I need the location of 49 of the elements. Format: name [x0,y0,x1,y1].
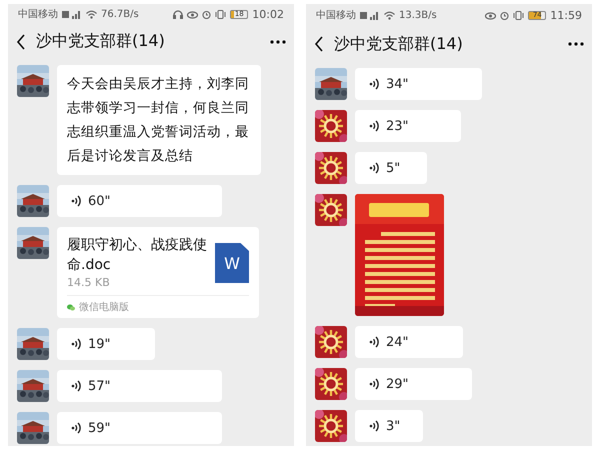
wifi-icon [86,10,97,19]
back-icon[interactable] [314,36,324,52]
voice-icon [71,337,82,351]
chat-title: 沙中党支部群(14) [36,31,166,52]
eye-icon [187,10,198,19]
alarm-icon [202,10,212,19]
voice-message[interactable]: 5" [355,152,426,184]
voice-message[interactable]: 29" [355,368,472,400]
file-message[interactable]: 履职守初心、战疫践使命.doc 14.5 KB W 微信电脑版 [57,227,259,318]
more-icon[interactable] [270,40,286,44]
file-name: 履职守初心、战疫践使命.doc [67,236,207,275]
voice-icon [369,119,380,133]
voice-icon [369,161,380,175]
network-speed: 76.7B/s [101,8,139,20]
signal-icon [360,10,380,20]
voice-icon [71,194,82,208]
alarm-icon [500,10,510,20]
carrier-name: 中国移动 [18,8,58,22]
file-size: 14.5 KB [67,276,111,289]
more-icon[interactable] [568,42,584,46]
voice-icon [71,421,82,435]
voice-message[interactable]: 19" [57,328,156,360]
voice-message[interactable]: 24" [355,326,463,358]
message-bubble: 今天会由吴辰才主持，刘李同志带领学习一封信，何良兰同志组织重温入党誓词活动，最后是讨论发言及总结 [57,65,261,175]
clock-time: 10:02 [252,8,284,21]
voice-message[interactable]: 60" [57,185,222,217]
chat-title: 沙中党支部群(14) [334,34,464,54]
voice-message[interactable]: 34" [355,68,482,100]
vibrate-icon [215,10,226,19]
voice-icon [369,377,380,391]
voice-message[interactable]: 57" [57,370,222,402]
voice-message[interactable]: 3" [355,410,423,442]
wifi-icon [384,10,395,20]
clock-time: 11:59 [550,8,582,22]
voice-message[interactable]: 23" [355,110,461,142]
voice-icon [369,335,380,349]
network-speed: 13.3B/s [399,10,437,20]
source-app-icon [67,304,75,310]
file-source: 微信电脑版 [79,300,129,314]
eye-icon [485,10,496,20]
back-icon[interactable] [16,34,26,50]
voice-message[interactable]: 59" [57,412,222,444]
carrier-name: 中国移动 [316,8,356,22]
signal-icon [62,10,82,19]
voice-icon [369,419,380,433]
vibrate-icon [513,10,524,20]
voice-icon [369,77,380,91]
voice-icon [71,379,82,393]
word-file-icon: W [215,243,249,283]
